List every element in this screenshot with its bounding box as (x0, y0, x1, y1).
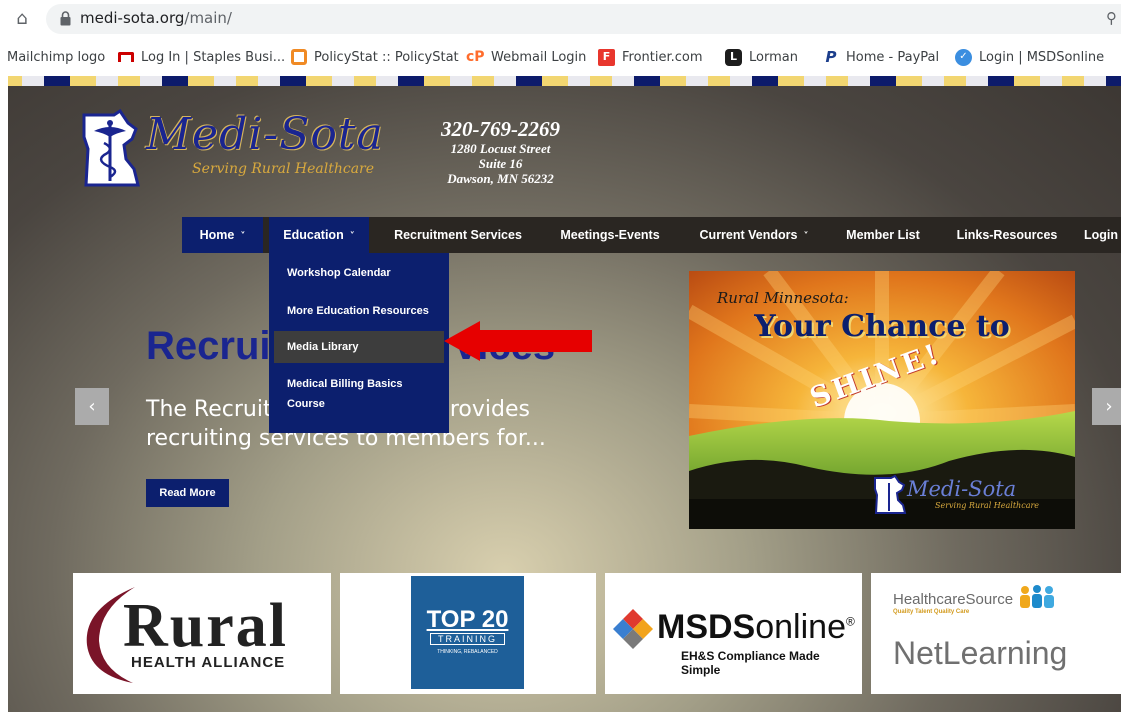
banner-pretitle: Rural Minnesota: (717, 289, 849, 307)
top20-logo-tagline: THINKING, REBALANCED (437, 649, 498, 655)
home-icon[interactable]: ⌂ (12, 9, 32, 29)
logo-subtitle: Serving Rural Healthcare (192, 161, 375, 177)
hcs-logo-word: HealthcareSource (893, 591, 1014, 608)
logo-title: Medi-Sota (146, 109, 384, 160)
msds-logo-word: MSDSonline® (657, 608, 855, 646)
page-margin (0, 76, 8, 712)
decorative-stripe (0, 76, 1121, 86)
bookmark-frontier[interactable]: F Frontier.com (598, 47, 703, 67)
browser-address-bar: ⌂ medi-sota.org/main/ ⚲ (0, 0, 1121, 38)
bookmarks-bar: Mailchimp logo Log In | Staples Busi... … (0, 38, 1121, 76)
sponsor-top20-training[interactable]: TOP 20 TRAINING THINKING, REBALANCED (340, 573, 596, 694)
msds-logo-subtitle: EH&S Compliance Made Simple (681, 649, 820, 677)
msds-diamond-icon (613, 609, 653, 649)
promo-banner[interactable]: Rural Minnesota: Your Chance to SHINE! M… (689, 271, 1075, 529)
bookmark-paypal[interactable]: P Home - PayPal (823, 47, 940, 67)
nav-member-list[interactable]: Member List (836, 217, 930, 253)
bookmark-mailchimp[interactable]: Mailchimp logo (7, 47, 105, 67)
nav-education[interactable]: Education ˅ (269, 217, 369, 253)
nav-links-resources[interactable]: Links-Resources (948, 217, 1066, 253)
street-address: 1280 Locust Street (450, 141, 551, 156)
sponsor-msdsonline[interactable]: MSDSonline® EH&S Compliance Made Simple (605, 573, 862, 694)
lorman-icon: L (725, 48, 742, 66)
red-arrow-icon (444, 321, 592, 361)
page-content: Medi-Sota Serving Rural Healthcare 320-7… (0, 76, 1121, 712)
bookmark-policystat[interactable]: PolicyStat :: PolicyStat (291, 47, 459, 67)
slider-prev-button[interactable]: ‹ (75, 388, 109, 425)
sponsor-healthcaresource-netlearning[interactable]: HealthcareSource Quality Talent Quality … (871, 573, 1121, 694)
chevron-down-icon: ˅ (803, 231, 809, 242)
menu-item-media-library[interactable]: Media Library (274, 331, 444, 363)
paypal-icon: P (825, 48, 837, 66)
phone-number: 320-769-2269 (441, 117, 560, 141)
banner-title: Your Chance to (754, 309, 1010, 344)
rural-logo-subtitle: HEALTH ALLIANCE (131, 654, 286, 671)
bookmark-msdsonline[interactable]: ✓ Login | MSDSonline (955, 47, 1104, 67)
chevron-down-icon: ˅ (349, 231, 355, 242)
site-logo[interactable]: Medi-Sota Serving Rural Healthcare (80, 109, 400, 199)
education-dropdown-menu: Workshop Calendar More Education Resourc… (269, 253, 449, 433)
nav-home[interactable]: Home ˅ (182, 217, 263, 253)
minnesota-caduceus-icon (82, 109, 140, 187)
bookmark-staples[interactable]: Log In | Staples Busi... (118, 47, 285, 67)
city-address: Dawson, MN 56232 (447, 171, 554, 186)
menu-item-medical-billing-basics[interactable]: Medical Billing Basics (269, 374, 449, 394)
nav-login[interactable]: Login (1084, 217, 1121, 253)
bookmark-lorman[interactable]: L Lorman (725, 47, 798, 67)
top20-logo-title: TOP 20 (426, 606, 509, 633)
banner-logo-subtitle: Serving Rural Healthcare (935, 501, 1040, 510)
slider-next-button[interactable]: › (1092, 388, 1121, 425)
policystat-icon (291, 49, 307, 65)
top20-logo: TOP 20 TRAINING THINKING, REBALANCED (411, 576, 524, 689)
contact-info: 320-769-2269 1280 Locust Street Suite 16… (428, 117, 573, 186)
rural-logo-word: Rural (123, 592, 288, 660)
url-text[interactable]: medi-sota.org/main/ (80, 9, 232, 27)
banner-logo-text: Medi-Sota (907, 477, 1017, 501)
banner-minnesota-icon (874, 475, 907, 514)
top20-logo-training: TRAINING (430, 633, 505, 645)
msdsonline-icon: ✓ (955, 48, 972, 66)
sponsor-rural-health-alliance[interactable]: Rural HEALTH ALLIANCE (73, 573, 331, 694)
zoom-icon[interactable]: ⚲ (1106, 9, 1117, 27)
cpanel-icon: cP (466, 49, 485, 65)
nav-recruitment-services[interactable]: Recruitment Services (378, 217, 538, 253)
msds-logo-rest: online (755, 608, 846, 646)
suite-address: Suite 16 (478, 156, 523, 171)
frontier-icon: F (598, 48, 615, 66)
nav-meetings-events[interactable]: Meetings-Events (547, 217, 673, 253)
main-nav: Home ˅ Education ˅ Recruitment Services Me… (182, 217, 1121, 253)
menu-item-workshop-calendar[interactable]: Workshop Calendar (269, 263, 449, 283)
hcs-logo-tagline: Quality Talent Quality Care (893, 609, 970, 615)
staples-icon (118, 52, 134, 62)
bookmark-webmail[interactable]: cP Webmail Login (466, 47, 586, 67)
netlearning-logo-word: NetLearning (893, 635, 1068, 671)
nav-current-vendors[interactable]: Current Vendors ˅ (687, 217, 821, 253)
menu-item-course[interactable]: Course (269, 394, 449, 414)
menu-item-more-education-resources[interactable]: More Education Resources (269, 301, 449, 321)
chevron-down-icon: ˅ (240, 231, 246, 242)
read-more-button[interactable]: Read More (146, 479, 229, 507)
lock-icon (60, 11, 71, 26)
people-group-icon (1020, 585, 1054, 608)
msds-logo-bold: MSDS (657, 608, 756, 646)
